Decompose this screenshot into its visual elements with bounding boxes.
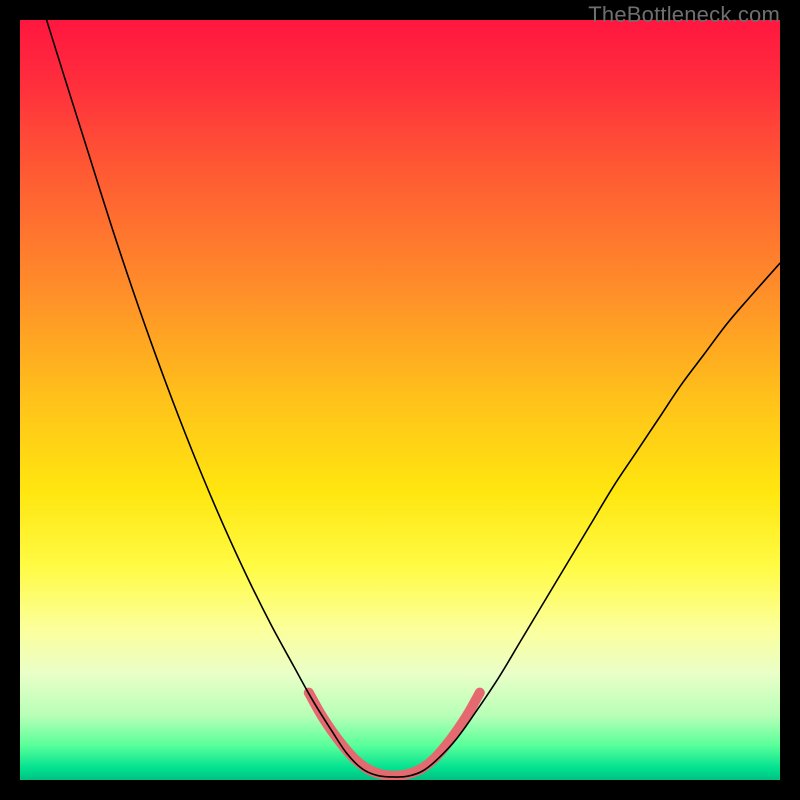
plot-background: [20, 20, 780, 780]
bottleneck-chart: [20, 20, 780, 780]
watermark-text: TheBottleneck.com: [588, 2, 780, 28]
